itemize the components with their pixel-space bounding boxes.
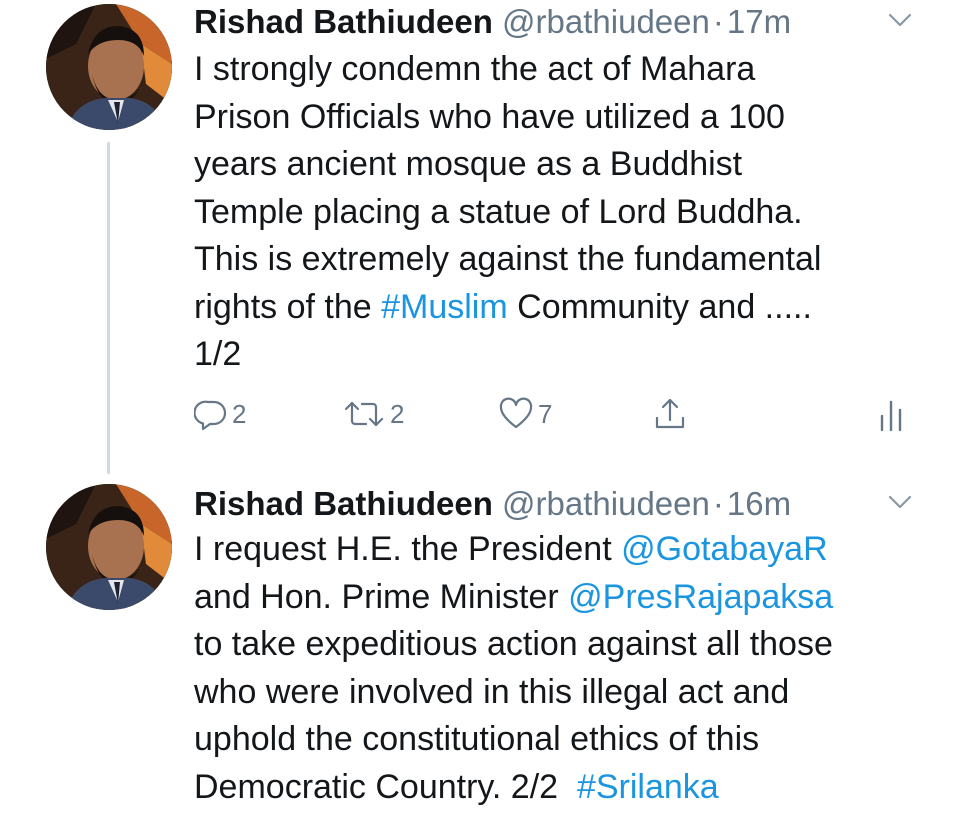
text-line: This is extremely against the fundamenta… [194, 240, 822, 278]
like-icon [498, 397, 534, 431]
text-line: uphold the constitutional ethics of this [194, 720, 760, 758]
author-name[interactable]: Rishad Bathiudeen [194, 3, 493, 40]
text-line: and Hon. Prime Minister @PresRajapaksa [194, 577, 834, 616]
timestamp[interactable]: 16m [727, 485, 791, 522]
hashtag-link[interactable]: #Muslim [381, 288, 508, 326]
avatar[interactable] [46, 4, 172, 130]
text-line: Prison Officials who have utilized a 100 [194, 97, 785, 136]
separator-dot: · [712, 485, 724, 522]
analytics-button[interactable] [876, 394, 906, 434]
share-icon [652, 396, 688, 432]
reply-button[interactable]: 2 [194, 394, 246, 434]
text-line: 1/2 [194, 335, 242, 373]
avatar[interactable] [46, 484, 172, 610]
tweet-actions: 2 2 7 [194, 394, 914, 434]
tweet-text: I request H.E. the President @GotabayaR … [194, 526, 934, 811]
text-line: to take expeditious action against all t… [194, 625, 833, 663]
text-line: I request H.E. the President @GotabayaR [194, 530, 828, 568]
timestamp[interactable]: 17m [727, 3, 791, 40]
chevron-down-icon[interactable] [888, 12, 912, 30]
author-name[interactable]: Rishad Bathiudeen [194, 485, 493, 522]
mention-link[interactable]: @GotabayaR [621, 530, 828, 568]
retweet-button[interactable]: 2 [342, 394, 404, 434]
text-line: I strongly condemn the act of Mahara [194, 50, 756, 88]
mention-link[interactable]: @PresRajapaksa [568, 578, 833, 616]
tweet-text: I strongly condemn the act of Mahara Pri… [194, 46, 934, 379]
like-button[interactable]: 7 [498, 394, 552, 434]
analytics-icon [876, 396, 906, 432]
retweet-count: 2 [390, 398, 405, 429]
reply-icon [194, 397, 228, 431]
tweet-header: Rishad Bathiudeen @rbathiudeen·16m [194, 482, 791, 526]
share-button[interactable] [652, 394, 688, 434]
author-handle[interactable]: @rbathiudeen [502, 3, 710, 40]
reply-count: 2 [232, 398, 247, 429]
thread-connector-line [107, 142, 110, 474]
author-handle[interactable]: @rbathiudeen [502, 485, 710, 522]
text-line: who were involved in this illegal act an… [194, 672, 790, 711]
text-line: years ancient mosque as a Buddhist [194, 145, 743, 183]
tweet-header: Rishad Bathiudeen @rbathiudeen·17m [194, 0, 791, 44]
text-line: Democratic Country. 2/2 #Srilanka [194, 767, 719, 806]
text-line: Temple placing a statue of Lord Buddha. [194, 192, 803, 231]
retweet-icon [342, 397, 386, 431]
hashtag-link[interactable]: #Srilanka [577, 768, 719, 806]
chevron-down-icon[interactable] [888, 494, 912, 512]
like-count: 7 [538, 398, 553, 429]
text-line: rights of the #Muslim Community and ....… [194, 287, 812, 326]
separator-dot: · [712, 3, 724, 40]
